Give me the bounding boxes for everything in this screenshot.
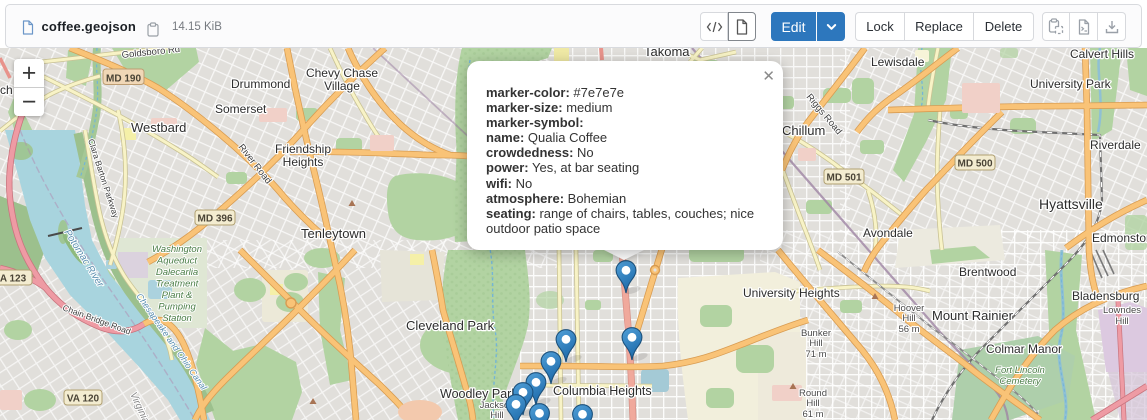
svg-text:Westbard: Westbard [131, 120, 186, 135]
svg-text:Dalecarlia: Dalecarlia [156, 267, 198, 278]
svg-text:Avondale: Avondale [863, 226, 913, 240]
svg-text:Chevy Chase: Chevy Chase [306, 66, 378, 80]
svg-text:Brentwood: Brentwood [959, 265, 1016, 279]
svg-text:71 m: 71 m [805, 349, 826, 360]
svg-text:Woodley Park: Woodley Park [440, 387, 518, 401]
svg-text:Chillum: Chillum [782, 123, 825, 138]
svg-text:Aqueduct: Aqueduct [156, 256, 198, 267]
svg-text:Drummond: Drummond [231, 77, 290, 91]
svg-text:ch: ch [0, 83, 13, 97]
svg-text:Lowndes: Lowndes [1103, 305, 1141, 316]
svg-text:Somerset: Somerset [215, 102, 267, 116]
svg-text:Plant &: Plant & [162, 290, 193, 301]
svg-text:Edmonston: Edmonston [1092, 231, 1147, 245]
svg-text:Station: Station [162, 313, 192, 324]
svg-text:Washington: Washington [152, 244, 202, 255]
svg-text:Hill: Hill [490, 410, 503, 420]
svg-text:Friendship: Friendship [275, 142, 331, 156]
svg-text:61 m: 61 m [802, 409, 823, 420]
svg-text:Tenleytown: Tenleytown [301, 226, 366, 241]
svg-text:Calvert Hills: Calvert Hills [1070, 48, 1134, 61]
svg-text:Cemetery: Cemetery [999, 376, 1041, 387]
svg-text:Colmar Manor: Colmar Manor [986, 342, 1062, 356]
svg-text:Mount Rainier: Mount Rainier [932, 308, 1014, 323]
svg-text:MD 396: MD 396 [197, 214, 232, 225]
svg-text:Pumping: Pumping [158, 302, 196, 313]
svg-text:Hill: Hill [809, 338, 822, 349]
svg-text:Hill: Hill [1115, 316, 1128, 327]
svg-text:Lewisdale: Lewisdale [871, 55, 925, 69]
svg-text:University Heights: University Heights [743, 286, 840, 300]
svg-text:Columbia Heights: Columbia Heights [553, 384, 652, 398]
svg-text:Fort Lincoln: Fort Lincoln [995, 365, 1045, 376]
svg-text:Treatment: Treatment [156, 279, 199, 290]
svg-text:Village: Village [324, 79, 360, 93]
svg-text:MD 500: MD 500 [957, 159, 992, 170]
svg-text:Takoma: Takoma [644, 48, 690, 59]
svg-text:Hyattsville: Hyattsville [1039, 196, 1103, 212]
svg-text:MD 190: MD 190 [106, 74, 141, 85]
svg-text:Heights: Heights [283, 155, 324, 169]
svg-text:University Park: University Park [1030, 77, 1112, 91]
svg-text:A 123: A 123 [0, 274, 27, 285]
svg-text:MD 501: MD 501 [826, 173, 861, 184]
svg-text:Hill: Hill [806, 398, 819, 409]
svg-text:Riverdale: Riverdale [1090, 138, 1141, 152]
svg-text:Hill: Hill [902, 313, 915, 324]
svg-text:VA 120: VA 120 [67, 394, 100, 405]
svg-text:56 m: 56 m [898, 324, 919, 335]
svg-text:Cleveland Park: Cleveland Park [406, 318, 495, 333]
svg-text:Bladensburg: Bladensburg [1072, 289, 1139, 303]
